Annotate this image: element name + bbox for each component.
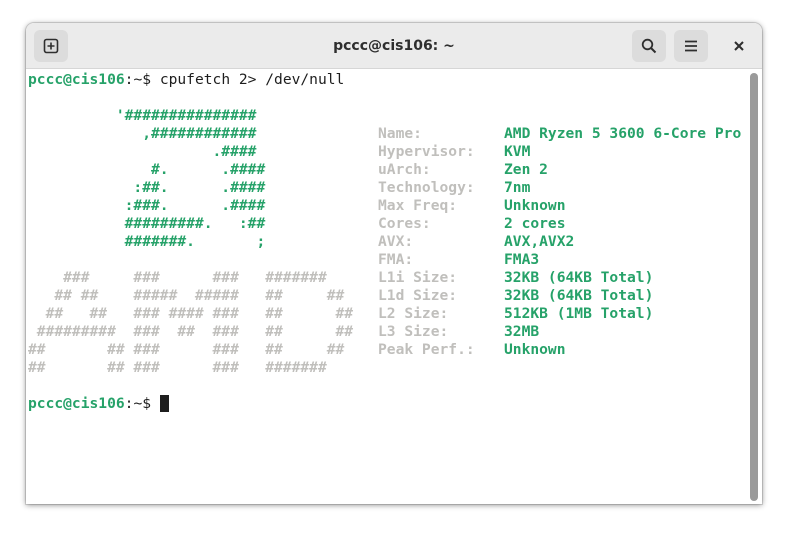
info-label-technology: Technology: [378,179,475,196]
info-value-uarch: Zen 2 [504,161,548,178]
command-line: pccc@cis106:~$ cpufetch 2> /dev/null [28,71,344,89]
info-value-l1d: 32KB (64KB Total) [504,287,654,304]
info-value-name: AMD Ryzen 5 3600 6-Core Pro [504,125,742,142]
info-value-cores: 2 cores [504,215,566,232]
scrollbar[interactable] [750,73,758,501]
search-icon [641,38,657,54]
title-bar: pccc@cis106: ~ [26,23,762,69]
text-cursor [159,395,169,412]
search-button[interactable] [632,30,666,62]
info-label-name: Name: [378,125,422,142]
info-value-l2: 512KB (1MB Total) [504,305,654,322]
info-label-l2: L2 Size: [378,305,449,322]
info-value-l3: 32MB [504,323,540,340]
info-label-uarch: uArch: [378,161,431,178]
info-value-technology: 7nm [504,179,531,196]
logo-line: '############### [28,107,257,124]
logo-line: #########. :## [28,215,266,232]
info-value-l1i: 32KB (64KB Total) [504,269,654,286]
info-label-max-freq: Max Freq: [378,197,458,214]
close-icon [734,41,744,51]
logo-line: .#### [28,143,257,160]
hamburger-menu-icon [685,40,697,52]
info-value-avx: AVX,AVX2 [504,233,575,250]
info-label-cores: Cores: [378,215,431,232]
info-label-l1i: L1i Size: [378,269,458,286]
logo-text-line: ######### ### ## ### ## ## [28,323,354,340]
logo-line: :###. .#### [28,197,266,214]
info-value-hypervisor: KVM [504,143,531,160]
logo-text-line: ### ### ### ####### [28,269,327,286]
logo-line: #. .#### [28,161,266,178]
logo-line: :##. .#### [28,179,266,196]
info-label-peak-perf: Peak Perf.: [378,341,475,358]
prompt-user-host: pccc@cis106 [28,71,125,88]
info-label-l1d: L1d Size: [378,287,458,304]
info-label-avx: AVX: [378,233,414,250]
info-value-fma: FMA3 [504,251,540,268]
logo-text-line: ## ## ##### ##### ## ## [28,287,345,304]
terminal-window: pccc@cis106: ~ pccc@cis106:~$ cpufetch 2… [26,23,762,504]
logo-line: ,############ [28,125,257,142]
close-button[interactable] [727,34,751,58]
new-tab-icon [43,38,59,54]
command-text: cpufetch 2> /dev/null [159,71,345,88]
menu-button[interactable] [674,30,708,62]
logo-line: #######. ; [28,233,266,250]
prompt-path: :~$ [124,395,160,412]
info-value-max-freq: Unknown [504,197,566,214]
logo-text-line: ## ## ### ### ## ## [28,341,345,358]
info-label-hypervisor: Hypervisor: [378,143,475,160]
terminal-output[interactable]: pccc@cis106:~$ cpufetch 2> /dev/null '##… [26,69,762,504]
info-label-l3: L3 Size: [378,323,449,340]
command-line: pccc@cis106:~$ [28,395,169,413]
info-value-peak-perf: Unknown [504,341,566,358]
logo-text-line: ## ## ### #### ### ## ## [28,305,354,322]
info-label-fma: FMA: [378,251,414,268]
logo-text-line: ## ## ### ### ####### [28,359,327,376]
prompt-user-host: pccc@cis106 [28,395,125,412]
new-tab-button[interactable] [34,30,68,62]
prompt-path: :~$ [124,71,160,88]
